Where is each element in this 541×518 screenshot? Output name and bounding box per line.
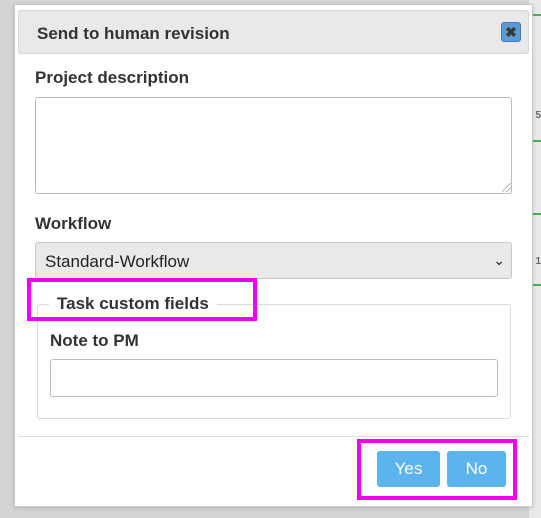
workflow-select[interactable]: Standard-Workflow ⌄ (35, 242, 512, 279)
background-line (533, 213, 541, 215)
legend-highlight-box (27, 278, 257, 321)
no-button[interactable]: No (447, 451, 506, 487)
yes-button[interactable]: Yes (377, 451, 440, 487)
dialog-title: Send to human revision (37, 24, 230, 43)
workflow-selected-value: Standard-Workflow (45, 252, 190, 271)
close-icon[interactable]: ✖ (501, 22, 521, 42)
background-line (533, 140, 541, 142)
note-to-pm-input[interactable] (50, 359, 498, 397)
note-to-pm-label: Note to PM (50, 331, 139, 350)
background-number: 5 (535, 110, 541, 121)
background-line (533, 14, 541, 16)
footer-divider (18, 436, 529, 437)
project-description-textarea[interactable] (35, 97, 512, 194)
workflow-label: Workflow (35, 214, 112, 233)
background-number: 1 (535, 256, 541, 267)
dialog-titlebar: Send to human revision (18, 10, 529, 54)
background-line (533, 284, 541, 286)
chevron-down-icon: ⌄ (493, 252, 505, 268)
resize-grip-icon[interactable] (502, 183, 511, 192)
send-to-human-revision-dialog: Send to human revision ✖ Project descrip… (14, 4, 533, 507)
project-description-label: Project description (35, 68, 189, 87)
